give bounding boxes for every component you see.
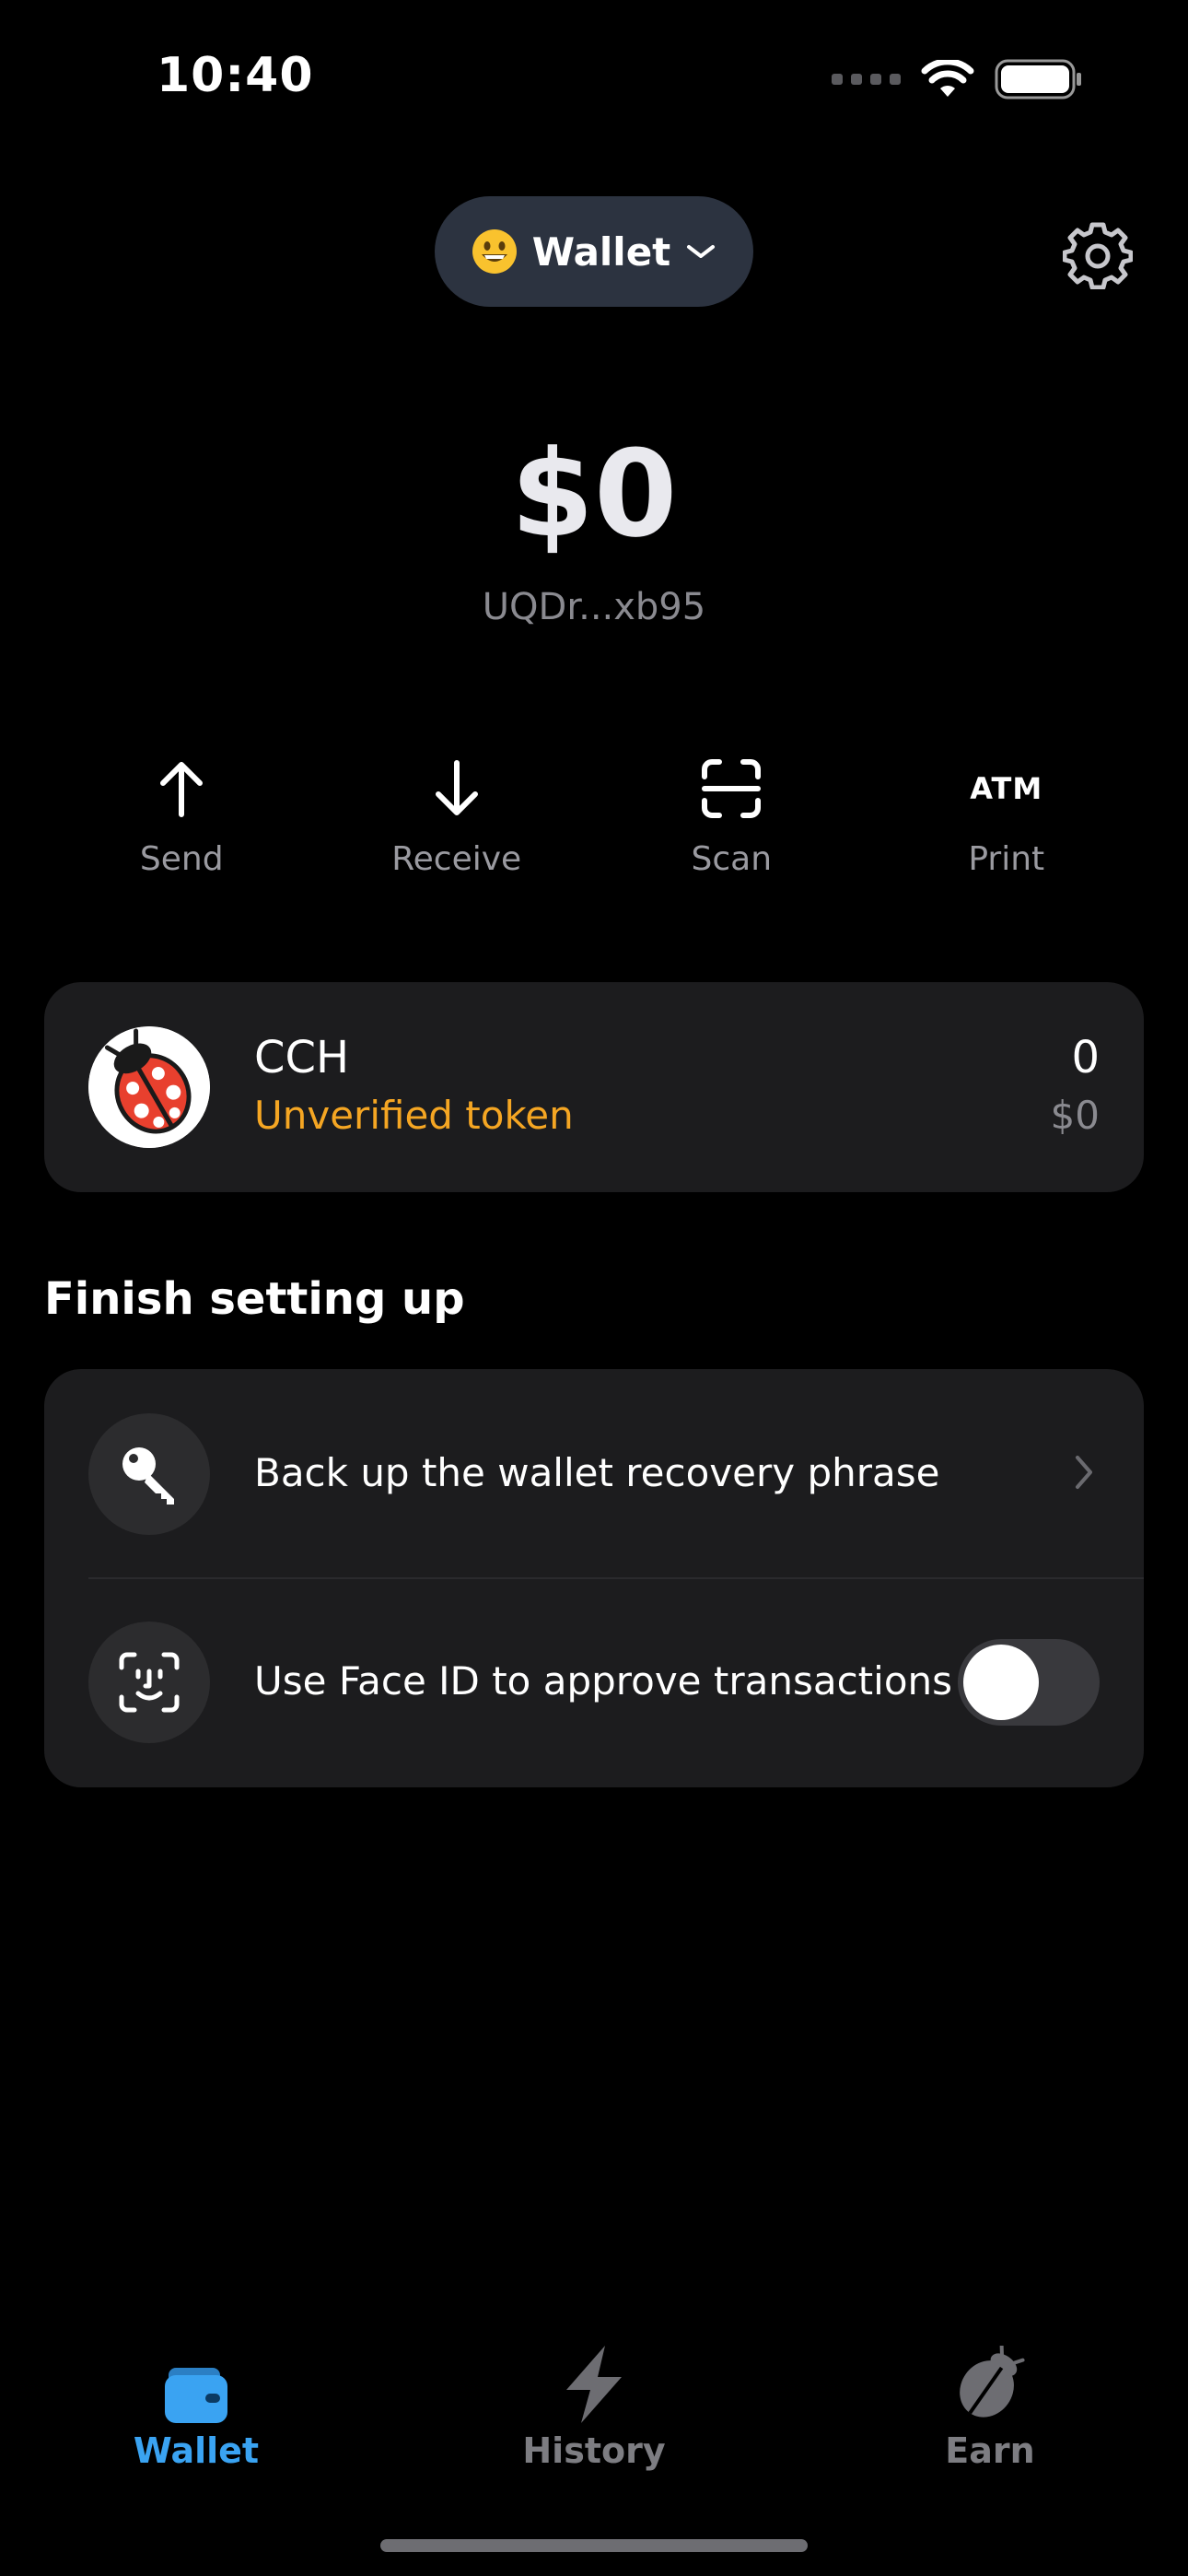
receive-button[interactable]: Receive — [320, 744, 595, 892]
tab-history[interactable]: History — [456, 2331, 732, 2471]
atm-icon: ATM — [970, 771, 1043, 806]
scan-button[interactable]: Scan — [594, 744, 869, 892]
arrow-up-icon — [160, 762, 204, 817]
token-amount: 0 — [1071, 1032, 1100, 1083]
tab-history-label: History — [522, 2430, 666, 2471]
status-time: 10:40 — [157, 48, 314, 103]
section-title: Finish setting up — [44, 1273, 465, 1325]
home-indicator — [380, 2539, 808, 2552]
cellular-signal-icon — [832, 74, 901, 85]
tab-wallet[interactable]: Wallet — [58, 2331, 334, 2471]
gear-icon[interactable] — [1063, 219, 1133, 289]
face-id-icon-circle — [88, 1622, 210, 1743]
wallet-selector-button[interactable]: Wallet — [435, 196, 753, 307]
tab-bar: Wallet History Earn — [0, 2331, 1188, 2497]
face-id-label: Use Face ID to approve transactions — [254, 1658, 953, 1704]
scan-icon — [702, 759, 762, 818]
backup-phrase-label: Back up the wallet recovery phrase — [254, 1450, 940, 1495]
token-list-item[interactable]: CCH Unverified token 0 $0 — [44, 982, 1144, 1192]
wallet-icon — [165, 2368, 227, 2423]
face-id-row: Use Face ID to approve transactions — [44, 1577, 1144, 1786]
token-unverified-label: Unverified token — [254, 1093, 574, 1138]
send-button[interactable]: Send — [44, 744, 320, 892]
smiley-emoji-icon — [472, 229, 517, 274]
lightning-icon — [566, 2346, 622, 2423]
key-icon-circle — [88, 1413, 210, 1535]
token-fiat-value: $0 — [1050, 1093, 1100, 1138]
scan-label: Scan — [691, 840, 773, 878]
print-label: Print — [968, 840, 1045, 878]
wifi-icon — [921, 60, 974, 97]
wallet-name: Wallet — [531, 228, 671, 275]
tab-earn[interactable]: Earn — [852, 2331, 1128, 2471]
send-label: Send — [139, 840, 224, 878]
ladybug-token-icon — [88, 1026, 210, 1148]
chevron-right-icon — [1076, 1456, 1092, 1489]
setup-list: Back up the wallet recovery phrase Use F — [44, 1369, 1144, 1787]
tab-wallet-label: Wallet — [133, 2430, 260, 2471]
arrow-down-icon — [435, 760, 478, 815]
tab-earn-label: Earn — [945, 2430, 1035, 2471]
toggle-knob — [963, 1645, 1039, 1720]
key-icon — [122, 1447, 174, 1505]
backup-phrase-row[interactable]: Back up the wallet recovery phrase — [44, 1369, 1144, 1577]
face-id-toggle[interactable] — [958, 1639, 1100, 1726]
print-button[interactable]: ATM Print — [869, 744, 1145, 892]
battery-icon — [995, 59, 1081, 100]
face-id-icon — [119, 1652, 180, 1713]
status-icons — [832, 59, 1083, 100]
wallet-address[interactable]: UQDr...xb95 — [0, 586, 1188, 628]
action-bar: Send Receive Scan ATM Print — [44, 744, 1144, 892]
ladybug-icon — [960, 2346, 1025, 2418]
token-name: CCH — [254, 1032, 350, 1083]
receive-label: Receive — [391, 840, 522, 878]
chevron-down-icon — [687, 245, 716, 258]
total-balance: $0 — [510, 424, 678, 564]
